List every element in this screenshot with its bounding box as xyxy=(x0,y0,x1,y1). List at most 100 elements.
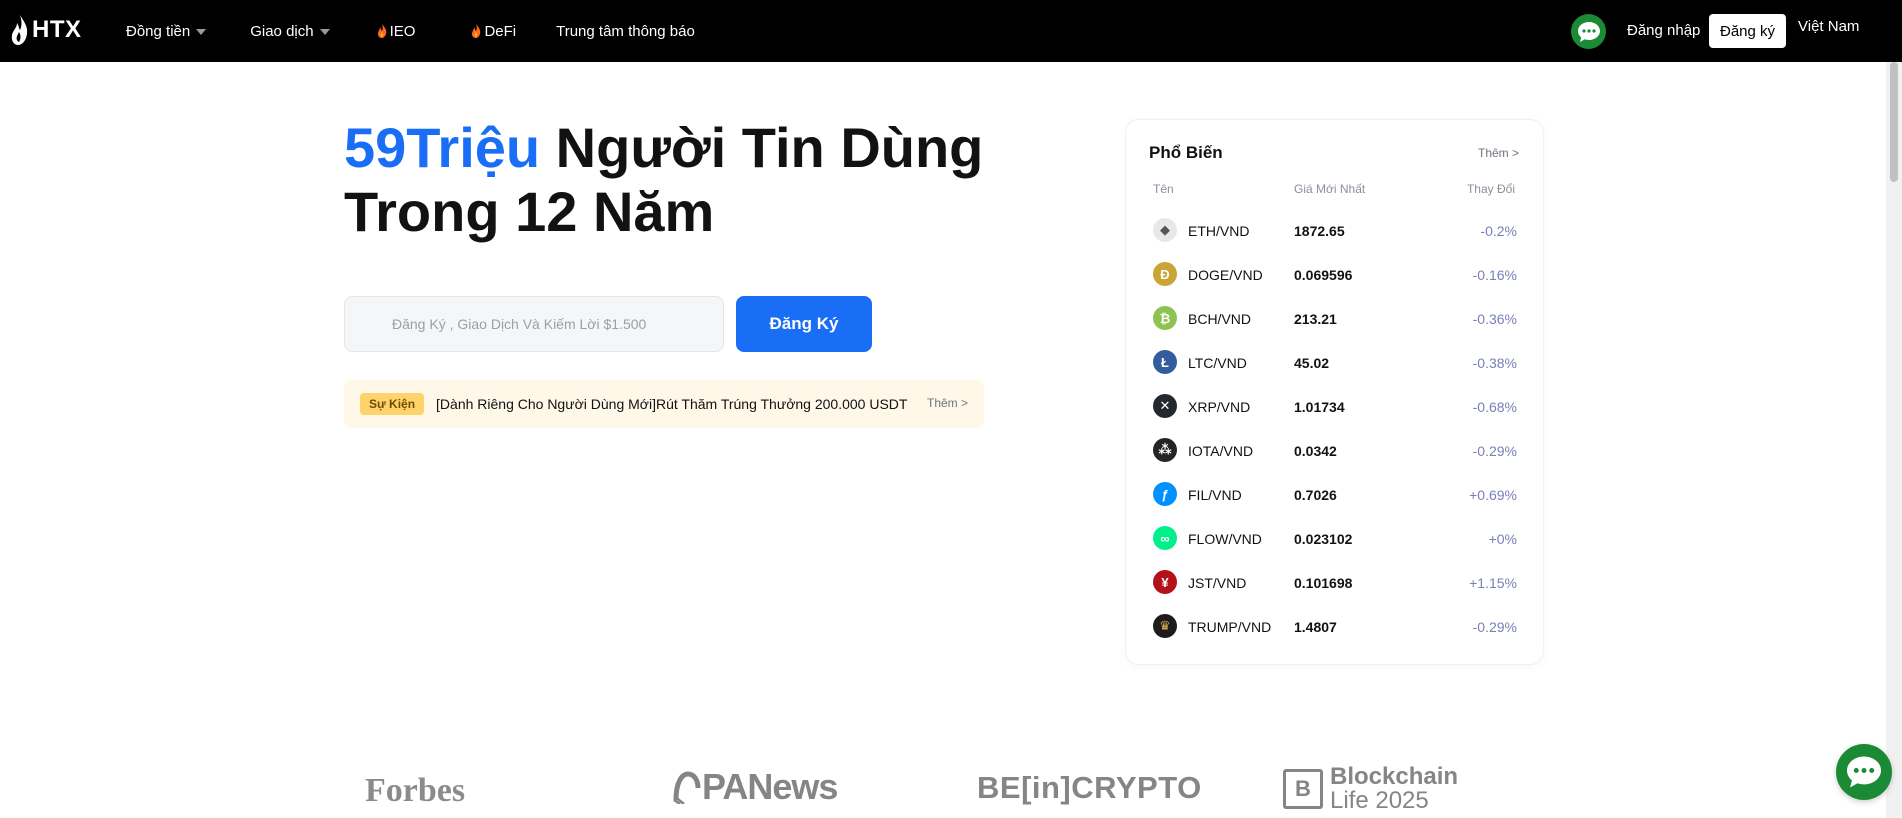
pair-name: ETH/VND xyxy=(1188,223,1250,239)
nav-item-trade[interactable]: Giao dịch xyxy=(250,0,330,62)
nav-item-defi[interactable]: DeFi xyxy=(471,0,516,62)
nav-item-ieo[interactable]: IEO xyxy=(377,0,416,62)
event-more-link[interactable]: Thêm > xyxy=(927,396,968,410)
chat-bubble-icon xyxy=(1847,756,1881,788)
language-selector[interactable]: Việt Nam xyxy=(1798,18,1859,35)
popular-markets-panel: Phổ Biến Thêm > Tên Giá Mới Nhất Thay Đổ… xyxy=(1125,119,1544,665)
pair-name: DOGE/VND xyxy=(1188,267,1263,283)
logo-text: HTX xyxy=(32,16,82,43)
xrp-icon: ✕ xyxy=(1153,394,1177,418)
doge-icon: Ð xyxy=(1153,262,1177,286)
last-price: 1.01734 xyxy=(1294,399,1345,415)
blockchain-life-mark-icon: B xyxy=(1283,769,1323,809)
page-scrollbar[interactable] xyxy=(1886,62,1902,818)
blockchain-life-line1: Blockchain xyxy=(1330,763,1459,790)
htx-logo[interactable]: HTX xyxy=(10,14,82,46)
scrollbar-thumb[interactable] xyxy=(1890,62,1898,182)
nav-item-label: Trung tâm thông báo xyxy=(556,22,695,40)
last-price: 213.21 xyxy=(1294,311,1337,327)
eth-icon: ◆ xyxy=(1153,218,1177,242)
price-change: -0.68% xyxy=(1472,399,1517,415)
panews-mark-icon xyxy=(673,771,701,804)
nav-item-label: IEO xyxy=(389,22,416,40)
main-nav: Đồng tiền Giao dịch IEO DeFi Trung tâm t… xyxy=(126,0,735,62)
beincrypto-logo: BE[in]CRYPTO xyxy=(977,770,1202,805)
caret-down-icon xyxy=(319,29,330,35)
event-badge: Sự Kiện xyxy=(360,393,425,415)
market-row[interactable]: Ł LTC/VND 45.02 -0.38% xyxy=(1126,340,1545,384)
support-chat-icon[interactable] xyxy=(1571,14,1606,49)
price-change: -0.38% xyxy=(1472,355,1517,371)
pair-name: IOTA/VND xyxy=(1188,443,1254,459)
last-price: 0.101698 xyxy=(1294,575,1353,591)
ltc-icon: Ł xyxy=(1153,350,1177,374)
price-change: +0% xyxy=(1488,531,1517,547)
panel-title: Phổ Biến xyxy=(1149,143,1223,162)
market-row[interactable]: ƒ FIL/VND 0.7026 +0.69% xyxy=(1126,472,1545,516)
flow-icon: ∞ xyxy=(1153,526,1177,550)
last-price: 0.0342 xyxy=(1294,443,1337,459)
fil-icon: ƒ xyxy=(1153,482,1177,506)
panews-logo: PANews xyxy=(672,766,838,808)
pair-name: BCH/VND xyxy=(1188,311,1252,327)
market-row[interactable]: ¥ JST/VND 0.101698 +1.15% xyxy=(1126,560,1545,604)
column-header-price: Giá Mới Nhất xyxy=(1294,182,1366,196)
fire-icon xyxy=(472,24,481,38)
market-row[interactable]: ✕ XRP/VND 1.01734 -0.68% xyxy=(1126,384,1545,428)
last-price: 0.069596 xyxy=(1294,267,1353,283)
column-header-change: Thay Đổi xyxy=(1466,182,1515,196)
htx-flame-icon xyxy=(11,15,28,45)
event-text[interactable]: [Dành Riêng Cho Người Dùng Mới]Rút Thăm … xyxy=(436,396,907,412)
floating-chat-button[interactable] xyxy=(1836,744,1892,800)
pair-name: FLOW/VND xyxy=(1188,531,1262,547)
hero-title-rest: Người Tin Dùng xyxy=(540,116,984,179)
fire-icon xyxy=(377,24,386,38)
bch-icon: ₿ xyxy=(1153,306,1177,330)
nav-item-label: Giao dịch xyxy=(250,22,314,40)
pair-name: FIL/VND xyxy=(1188,487,1242,503)
price-change: -0.16% xyxy=(1472,267,1517,283)
login-link[interactable]: Đăng nhập xyxy=(1627,22,1700,39)
price-change: -0.29% xyxy=(1472,443,1517,459)
pair-name: LTC/VND xyxy=(1188,355,1247,371)
market-row[interactable]: ♛ TRUMP/VND 1.4807 -0.29% xyxy=(1126,604,1545,648)
nav-item-announcements[interactable]: Trung tâm thông báo xyxy=(556,0,695,62)
price-change: +0.69% xyxy=(1469,487,1517,503)
panews-text: PANews xyxy=(702,766,838,807)
market-row[interactable]: Ð DOGE/VND 0.069596 -0.16% xyxy=(1126,252,1545,296)
last-price: 45.02 xyxy=(1294,355,1330,371)
price-change: -0.29% xyxy=(1472,619,1517,635)
market-row[interactable]: ⁂ IOTA/VND 0.0342 -0.29% xyxy=(1126,428,1545,472)
forbes-logo: Forbes xyxy=(365,772,466,809)
hero-title-accent: 59Triệu xyxy=(344,116,541,179)
last-price: 0.7026 xyxy=(1294,487,1337,503)
nav-item-coins[interactable]: Đồng tiền xyxy=(126,0,207,62)
last-price: 1872.65 xyxy=(1294,223,1345,239)
pair-name: XRP/VND xyxy=(1188,399,1251,415)
panel-more-link[interactable]: Thêm > xyxy=(1478,146,1519,160)
jst-icon: ¥ xyxy=(1153,570,1177,594)
price-change: -0.2% xyxy=(1480,223,1517,239)
blockchain-life-logo: B Blockchain Life 2025 xyxy=(1283,765,1458,813)
chat-bubble-icon xyxy=(1577,21,1600,42)
market-row[interactable]: ₿ BCH/VND 213.21 -0.36% xyxy=(1126,296,1545,340)
signup-email-input[interactable] xyxy=(344,296,724,352)
iota-icon: ⁂ xyxy=(1153,438,1177,462)
signup-button[interactable]: Đăng Ký xyxy=(736,296,872,352)
register-button[interactable]: Đăng ký xyxy=(1709,14,1786,48)
last-price: 1.4807 xyxy=(1294,619,1337,635)
event-banner[interactable]: Sự Kiện [Dành Riêng Cho Người Dùng Mới]R… xyxy=(344,380,984,428)
market-row[interactable]: ◆ ETH/VND 1872.65 -0.2% xyxy=(1126,208,1545,252)
nav-item-label: Đồng tiền xyxy=(126,22,191,40)
blockchain-life-line2: Life 2025 xyxy=(1330,787,1429,814)
trump-icon: ♛ xyxy=(1153,614,1177,638)
caret-down-icon xyxy=(196,29,207,35)
price-change: -0.36% xyxy=(1472,311,1517,327)
hero-title: 59Triệu Người Tin Dùng Trong 12 Năm xyxy=(344,116,1044,244)
nav-item-label: DeFi xyxy=(484,22,517,40)
pair-name: JST/VND xyxy=(1188,575,1247,591)
last-price: 0.023102 xyxy=(1294,531,1353,547)
market-row[interactable]: ∞ FLOW/VND 0.023102 +0% xyxy=(1126,516,1545,560)
top-navbar: HTX Đồng tiền Giao dịch IEO DeFi Trung t… xyxy=(0,0,1902,62)
hero-title-line2: Trong 12 Năm xyxy=(344,180,715,243)
